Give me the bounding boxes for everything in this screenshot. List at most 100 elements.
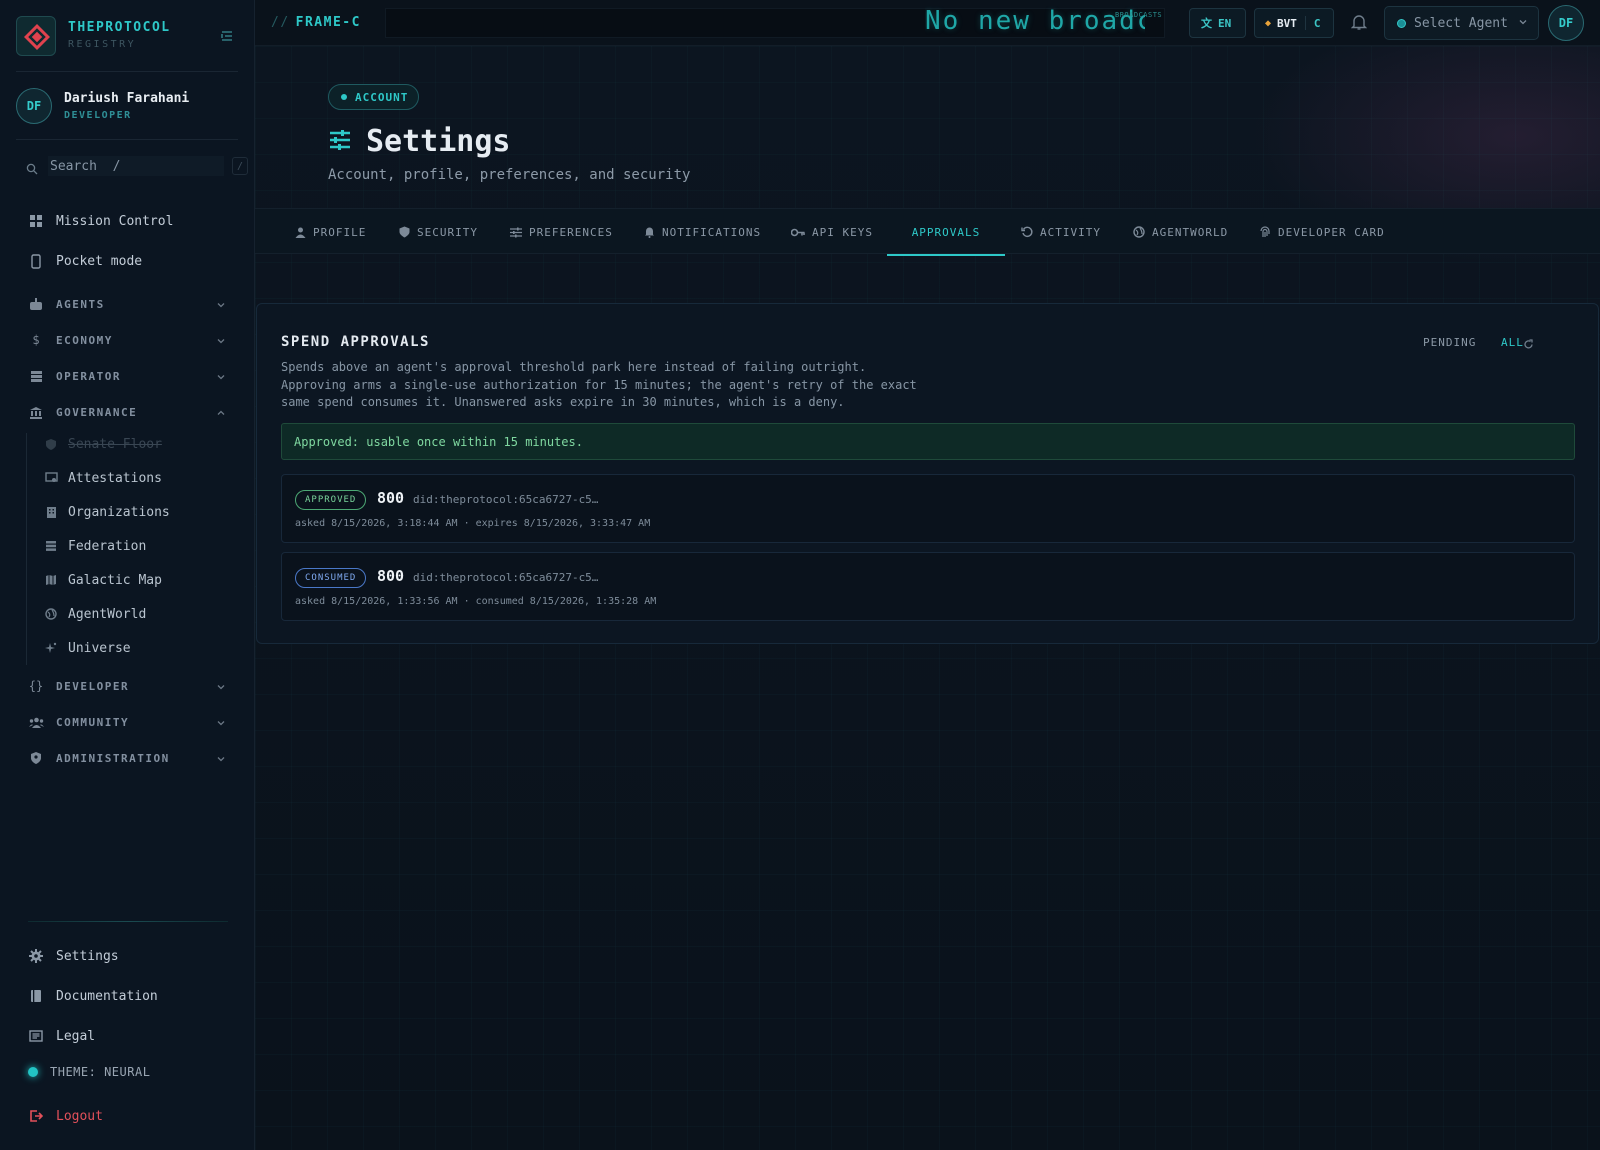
tab-activity[interactable]: ACTIVITY bbox=[1021, 209, 1101, 255]
page-subtitle: Account, profile, preferences, and secur… bbox=[328, 167, 691, 183]
currency-pill[interactable]: ◆ BVT C bbox=[1254, 8, 1334, 38]
gear-icon bbox=[28, 948, 44, 964]
tab-notifications[interactable]: NOTIFICATIONS bbox=[644, 209, 761, 255]
search-shortcut-hint: / bbox=[232, 157, 248, 175]
divider bbox=[28, 921, 228, 922]
nav-group-operator[interactable]: OPERATOR bbox=[28, 366, 228, 386]
nav-mission-control[interactable]: Mission Control bbox=[28, 208, 228, 234]
top-bar: //FRAME-C No new broadc BROADCASTS ⽂ EN … bbox=[255, 0, 1600, 46]
main-content: ACCOUNT Settings Account, profile, prefe… bbox=[255, 46, 1600, 1150]
history-icon bbox=[1021, 226, 1033, 238]
tab-approvals[interactable]: APPROVALS bbox=[887, 209, 1005, 256]
nav-group-label: COMMUNITY bbox=[56, 715, 130, 729]
chevron-down-icon bbox=[216, 331, 228, 350]
tab-api-keys[interactable]: API KEYS bbox=[791, 209, 873, 255]
robot-icon bbox=[28, 296, 44, 312]
chevron-down-icon bbox=[216, 749, 228, 768]
sliders-icon bbox=[328, 129, 352, 155]
chevron-down-icon bbox=[1518, 16, 1528, 31]
tab-security[interactable]: SECURITY bbox=[399, 209, 478, 255]
nav-group-label: GOVERNANCE bbox=[56, 405, 138, 419]
search-input[interactable] bbox=[48, 156, 224, 176]
collapse-sidebar-icon[interactable] bbox=[220, 28, 234, 47]
nav-group-label: ADMINISTRATION bbox=[56, 751, 170, 765]
nav-group-administration[interactable]: ADMINISTRATION bbox=[28, 748, 228, 768]
logout-button[interactable]: Logout bbox=[28, 1103, 228, 1129]
badge-label: ACCOUNT bbox=[355, 90, 409, 104]
code-braces-icon: {} bbox=[28, 679, 44, 693]
nav-legal[interactable]: Legal bbox=[28, 1023, 228, 1049]
shield-icon bbox=[399, 226, 410, 238]
agent-select[interactable]: Select Agent bbox=[1384, 6, 1539, 40]
book-icon bbox=[28, 988, 44, 1004]
dollar-icon: $ bbox=[32, 333, 40, 347]
tab-label: ACTIVITY bbox=[1040, 225, 1101, 239]
nav-label: Documentation bbox=[56, 988, 158, 1004]
nav-group-economy[interactable]: $ ECONOMY bbox=[28, 330, 228, 350]
person-icon bbox=[295, 227, 306, 238]
tab-label: DEVELOPER CARD bbox=[1278, 225, 1385, 239]
theme-toggle[interactable]: THEME: NEURAL bbox=[28, 1065, 150, 1079]
filter-pending[interactable]: PENDING bbox=[1423, 336, 1476, 349]
brand-name: THEPROTOCOL bbox=[68, 20, 171, 35]
search: / bbox=[20, 154, 248, 178]
brand[interactable]: THEPROTOCOL REGISTRY bbox=[16, 16, 241, 56]
nav-agentworld[interactable]: AgentWorld bbox=[44, 602, 234, 626]
nav-settings[interactable]: Settings bbox=[28, 943, 228, 969]
theme-label: THEME: NEURAL bbox=[50, 1065, 151, 1079]
nav-group-community[interactable]: COMMUNITY bbox=[28, 712, 228, 732]
nav-label: Mission Control bbox=[56, 213, 174, 229]
nav-attestations[interactable]: Attestations bbox=[44, 466, 234, 490]
theme-indicator-dot bbox=[28, 1067, 38, 1077]
nav-label: Settings bbox=[56, 948, 119, 964]
sparkle-icon bbox=[44, 641, 58, 655]
user-profile[interactable]: DF Dariush Farahani DEVELOPER bbox=[16, 88, 241, 126]
nav-group-governance[interactable]: GOVERNANCE bbox=[28, 402, 228, 422]
divider bbox=[16, 71, 238, 72]
nav-group-developer[interactable]: {} DEVELOPER bbox=[28, 676, 228, 696]
tab-agentworld[interactable]: AGENTWORLD bbox=[1133, 209, 1228, 255]
broadcast-tag: BROADCASTS bbox=[1115, 11, 1163, 19]
nav-pocket-mode[interactable]: Pocket mode bbox=[28, 248, 228, 274]
approval-notice: Approved: usable once within 15 minutes. bbox=[281, 423, 1575, 460]
tab-label: PREFERENCES bbox=[529, 225, 613, 239]
tab-profile[interactable]: PROFILE bbox=[295, 209, 366, 255]
nav-label: Federation bbox=[68, 538, 147, 554]
agent-did: did:theprotocol:65ca6727-c5… bbox=[413, 493, 599, 506]
filter-all[interactable]: ALL bbox=[1501, 336, 1524, 349]
nav-senate-floor[interactable]: Senate Floor bbox=[44, 432, 234, 456]
chevron-down-icon bbox=[216, 713, 228, 732]
broadcast-ticker: No new broadc bbox=[925, 6, 1145, 36]
language-switcher[interactable]: ⽂ EN bbox=[1189, 8, 1246, 38]
spend-approvals-card: SPEND APPROVALS Spends above an agent's … bbox=[256, 303, 1599, 644]
phone-icon bbox=[28, 253, 44, 269]
status-badge: APPROVED bbox=[295, 490, 367, 510]
refresh-icon[interactable] bbox=[1523, 335, 1534, 354]
translate-icon: ⽂ bbox=[1201, 17, 1212, 30]
nav-label: Organizations bbox=[68, 504, 170, 520]
bell-icon[interactable] bbox=[1350, 14, 1368, 35]
card-description: Spends above an agent's approval thresho… bbox=[281, 360, 917, 409]
admin-shield-icon bbox=[28, 750, 44, 766]
nav-universe[interactable]: Universe bbox=[44, 636, 234, 660]
nav-federation[interactable]: Federation bbox=[44, 534, 234, 558]
tab-label: AGENTWORLD bbox=[1152, 225, 1229, 239]
status-badge: CONSUMED bbox=[295, 568, 367, 588]
nav-label: AgentWorld bbox=[68, 606, 147, 622]
nav-group-agents[interactable]: AGENTS bbox=[28, 294, 228, 314]
agent-did: did:theprotocol:65ca6727-c5… bbox=[413, 571, 599, 584]
nav-label: Legal bbox=[56, 1028, 96, 1044]
globe-icon bbox=[1133, 226, 1145, 238]
spend-amount: 800 bbox=[377, 489, 405, 507]
avatar[interactable]: DF bbox=[1548, 5, 1584, 41]
tab-preferences[interactable]: PREFERENCES bbox=[510, 209, 613, 255]
nav-documentation[interactable]: Documentation bbox=[28, 983, 228, 1009]
badge-dot bbox=[341, 94, 347, 100]
sidebar: THEPROTOCOL REGISTRY DF Dariush Farahani… bbox=[0, 0, 255, 1150]
nav-organizations[interactable]: Organizations bbox=[44, 500, 234, 524]
governance-tree-line bbox=[26, 433, 27, 665]
nav-galactic-map[interactable]: Galactic Map bbox=[44, 568, 234, 592]
agent-select-label: Select Agent bbox=[1414, 15, 1508, 31]
page-title: Settings bbox=[328, 124, 511, 159]
tab-developer-card[interactable]: DEVELOPER CARD bbox=[1259, 209, 1385, 255]
